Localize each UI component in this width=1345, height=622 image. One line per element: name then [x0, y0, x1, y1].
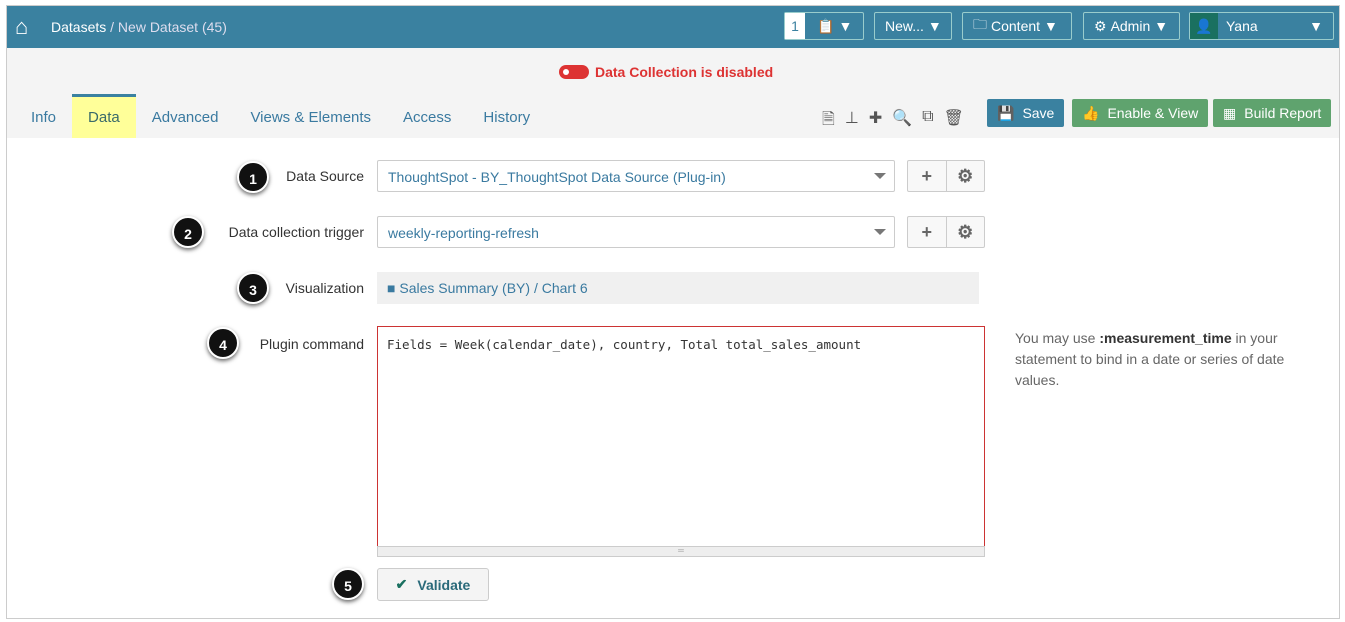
- data-source-select[interactable]: ThoughtSpot - BY_ThoughtSpot Data Source…: [377, 160, 895, 192]
- toolbar-area: Data Collection is disabled Info Data Ad…: [7, 48, 1339, 138]
- gear-icon[interactable]: ⚙: [945, 217, 985, 247]
- user-menu[interactable]: 👤 Yana ▼: [1189, 12, 1334, 40]
- visualization-label: Visualization: [285, 280, 364, 296]
- enable-label: Enable & View: [1107, 105, 1199, 121]
- home-icon[interactable]: ⌂: [15, 14, 28, 40]
- check-icon: ✔: [395, 576, 408, 592]
- trigger-actions: + ⚙: [907, 216, 985, 248]
- chevron-down-icon: ▼: [927, 18, 942, 34]
- folder-icon: 🗀: [973, 16, 987, 32]
- visualization-link[interactable]: ■ Sales Summary (BY) / Chart 6: [377, 272, 979, 304]
- breadcrumb: Datasets / New Dataset (45): [51, 19, 227, 35]
- step-badge-4: 4: [207, 327, 239, 359]
- tabs: Info Data Advanced Views & Elements Acce…: [15, 94, 546, 138]
- chevron-down-icon: ▼: [1044, 18, 1058, 34]
- content-label: Content: [991, 18, 1041, 34]
- step-badge-1: 1: [237, 161, 269, 193]
- plugin-command-textarea[interactable]: Fields = Week(calendar_date), country, T…: [377, 326, 985, 547]
- collection-status: Data Collection is disabled: [559, 64, 773, 80]
- admin-label: Admin: [1110, 18, 1151, 34]
- resize-handle[interactable]: ═: [377, 546, 985, 557]
- search-icon[interactable]: 🔍: [892, 108, 912, 135]
- breadcrumb-datasets[interactable]: Datasets: [51, 19, 106, 35]
- validate-button[interactable]: ✔ Validate: [377, 568, 489, 601]
- collection-toggle[interactable]: [559, 65, 589, 79]
- new-button[interactable]: New... ▼: [874, 12, 952, 40]
- save-label: Save: [1022, 105, 1055, 121]
- hierarchy-icon[interactable]: ⊥: [845, 108, 859, 135]
- page: ⌂ Datasets / New Dataset (45) 1 📋 ▼ New...…: [6, 5, 1340, 619]
- plugin-command-label: Plugin command: [259, 336, 364, 352]
- tab-views-elements[interactable]: Views & Elements: [234, 94, 387, 138]
- content-button[interactable]: 🗀 Content ▼: [962, 12, 1072, 40]
- chevron-down-icon: ▼: [1154, 18, 1169, 34]
- caret-down-icon: [874, 173, 886, 179]
- clipboard-count: 1: [785, 13, 805, 39]
- clipboard-button[interactable]: 1 📋 ▼: [784, 12, 864, 40]
- chevron-down-icon: ▼: [1309, 18, 1323, 34]
- breadcrumb-current: New Dataset (45): [117, 19, 227, 35]
- tab-history[interactable]: History: [467, 94, 546, 138]
- save-button[interactable]: 💾 Save: [987, 99, 1065, 127]
- enable-view-button[interactable]: 👍 Enable & View: [1072, 99, 1209, 127]
- tab-access[interactable]: Access: [387, 94, 467, 138]
- plus-icon[interactable]: +: [908, 217, 946, 247]
- tab-data[interactable]: Data: [72, 94, 136, 138]
- validate-label: Validate: [417, 576, 471, 593]
- breadcrumb-separator: /: [106, 19, 118, 35]
- new-label: New...: [885, 18, 924, 34]
- user-name: Yana: [1226, 18, 1258, 34]
- document-icon[interactable]: 🗎: [822, 108, 835, 135]
- save-icon: 💾: [997, 104, 1015, 121]
- plus-icon[interactable]: ✚: [869, 108, 882, 135]
- plus-icon[interactable]: +: [908, 161, 946, 191]
- data-source-actions: + ⚙: [907, 160, 985, 192]
- caret-down-icon: [874, 229, 886, 235]
- visualization-value: Sales Summary (BY) / Chart 6: [399, 280, 588, 296]
- trash-icon[interactable]: 🗑: [944, 108, 964, 135]
- step-badge-5: 5: [332, 568, 364, 600]
- gear-icon: ⚙: [1094, 17, 1107, 34]
- tab-advanced[interactable]: Advanced: [136, 94, 235, 138]
- trigger-select[interactable]: weekly-reporting-refresh: [377, 216, 895, 248]
- gear-icon[interactable]: ⚙: [945, 161, 985, 191]
- build-label: Build Report: [1244, 105, 1322, 121]
- table-icon: ▦: [1223, 104, 1237, 121]
- avatar: 👤: [1190, 13, 1218, 39]
- hint-text: You may use: [1015, 330, 1100, 346]
- tab-info[interactable]: Info: [15, 94, 72, 138]
- action-icons: 🗎 ⊥ ✚ 🔍 ⧉ 🗑: [822, 108, 964, 135]
- trigger-label: Data collection trigger: [228, 224, 364, 240]
- hint-keyword: :measurement_time: [1099, 330, 1232, 346]
- top-bar: ⌂ Datasets / New Dataset (45) 1 📋 ▼ New...…: [7, 6, 1339, 48]
- status-text: Data Collection is disabled: [595, 64, 774, 80]
- data-source-label: Data Source: [286, 168, 364, 184]
- data-source-value: ThoughtSpot - BY_ThoughtSpot Data Source…: [388, 169, 726, 185]
- plugin-command-hint: You may use :measurement_time in your st…: [1015, 328, 1325, 391]
- step-badge-2: 2: [172, 216, 204, 248]
- step-badge-3: 3: [237, 272, 269, 304]
- admin-button[interactable]: ⚙ Admin ▼: [1083, 12, 1180, 40]
- build-report-button[interactable]: ▦ Build Report: [1213, 99, 1332, 127]
- thumbs-up-icon: 👍: [1082, 104, 1100, 121]
- clipboard-icon: 📋: [817, 17, 835, 34]
- folder-icon: ■: [387, 280, 396, 296]
- trigger-value: weekly-reporting-refresh: [388, 225, 539, 241]
- copy-icon[interactable]: ⧉: [922, 108, 933, 135]
- chevron-down-icon: ▼: [838, 18, 853, 34]
